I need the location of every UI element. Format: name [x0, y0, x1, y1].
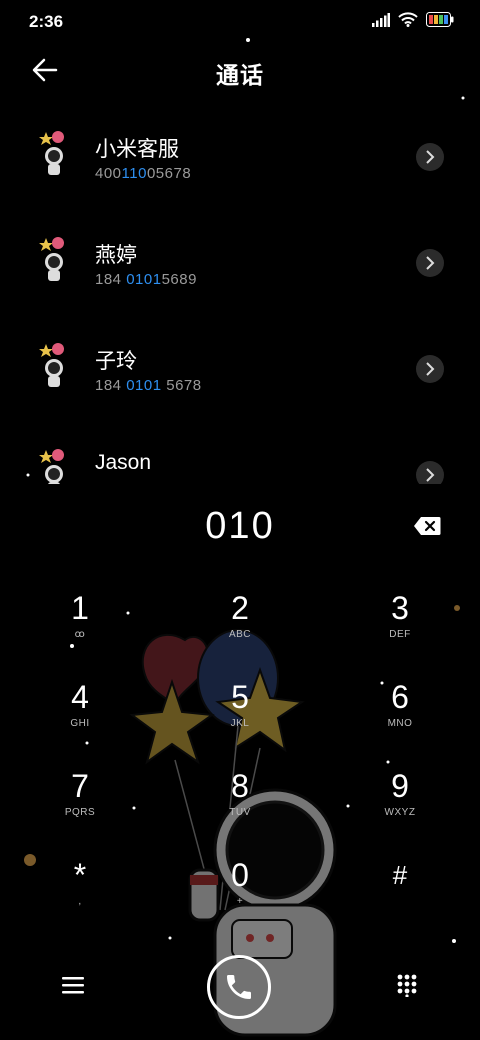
key-2[interactable]: 2 ABC [180, 590, 300, 670]
key-digit: 5 [231, 679, 249, 715]
contact-number: 40011005678 [95, 165, 192, 182]
key-letters: , [78, 896, 82, 907]
key-9[interactable]: 9 WXYZ [340, 768, 460, 848]
key-letters: GHI [70, 718, 90, 729]
key-digit: 8 [231, 768, 249, 804]
key-digit: 2 [231, 590, 249, 626]
call-button[interactable] [207, 955, 271, 1019]
phone-icon [227, 975, 251, 999]
contact-number: 184 0101 5678 [95, 377, 202, 394]
astronaut-avatar-icon [39, 449, 64, 484]
chevron-right-icon [426, 150, 435, 164]
status-icons [372, 12, 454, 27]
key-letters: MNO [387, 718, 413, 729]
contact-name: 燕婷 [95, 244, 137, 267]
key-hash[interactable]: # [340, 857, 460, 937]
menu-icon[interactable] [62, 975, 84, 995]
contact-row[interactable]: Jason [0, 426, 480, 484]
key-digit: 1 [71, 590, 89, 626]
key-letters: + [236, 896, 244, 907]
key-digit: 7 [71, 768, 89, 804]
chevron-right-icon [426, 362, 435, 376]
page-title: 通话 [216, 62, 264, 88]
signal-icon [372, 12, 390, 27]
contact-name: Jason [95, 451, 152, 474]
key-digit: 0 [231, 857, 249, 893]
key-3[interactable]: 3 DEF [340, 590, 460, 670]
keypad-grid-icon[interactable] [396, 973, 418, 997]
key-digit: * [73, 857, 87, 893]
page-header: 通话 [0, 45, 480, 95]
contact-row[interactable]: 子玲 184 0101 5678 [0, 320, 480, 426]
dialer-bottom-bar [0, 955, 480, 1025]
dialed-number: 010 [205, 505, 275, 547]
key-letters: JKL [230, 718, 250, 729]
key-digit: 4 [71, 679, 89, 715]
contact-detail-button[interactable] [416, 461, 444, 484]
key-4[interactable]: 4 GHI [20, 679, 140, 759]
contact-name: 子玲 [95, 350, 137, 373]
contact-detail-button[interactable] [416, 355, 444, 383]
backspace-icon[interactable] [413, 516, 441, 536]
contact-number: 184 01015689 [95, 271, 197, 288]
key-digit: 3 [391, 590, 409, 626]
key-0[interactable]: 0 + [180, 857, 300, 937]
key-5[interactable]: 5 JKL [180, 679, 300, 759]
contact-suggestion-list: 小米客服 40011005678 燕婷 184 01015689 子玲 184 … [0, 108, 480, 484]
contact-detail-button[interactable] [416, 143, 444, 171]
astronaut-avatar-icon [39, 131, 64, 175]
astronaut-avatar-icon [39, 343, 64, 387]
chevron-right-icon [426, 468, 435, 482]
contact-name: 小米客服 [95, 138, 179, 161]
key-digit: 9 [391, 768, 409, 804]
battery-icon [426, 12, 454, 27]
key-digit: # [392, 860, 408, 890]
wifi-icon [398, 12, 418, 27]
status-time: 2:36 [29, 12, 64, 31]
key-7[interactable]: 7 PQRS [20, 768, 140, 848]
status-bar: 2:36 [0, 0, 480, 40]
astronaut-avatar-icon [39, 237, 64, 281]
key-letters: TUV [229, 807, 251, 818]
contact-row[interactable]: 小米客服 40011005678 [0, 108, 480, 214]
key-letters: DEF [389, 629, 411, 640]
key-letters: PQRS [64, 807, 96, 818]
key-digit: 6 [391, 679, 409, 715]
chevron-right-icon [426, 256, 435, 270]
contact-detail-button[interactable] [416, 249, 444, 277]
key-star[interactable]: *, [20, 857, 140, 937]
key-8[interactable]: 8 TUV [180, 768, 300, 848]
key-letters: ABC [228, 629, 252, 640]
voicemail-icon: ꝏ [74, 629, 86, 640]
key-6[interactable]: 6 MNO [340, 679, 460, 759]
key-letters: WXYZ [384, 807, 416, 818]
key-1[interactable]: 1ꝏ [20, 590, 140, 670]
contact-row[interactable]: 燕婷 184 01015689 [0, 214, 480, 320]
